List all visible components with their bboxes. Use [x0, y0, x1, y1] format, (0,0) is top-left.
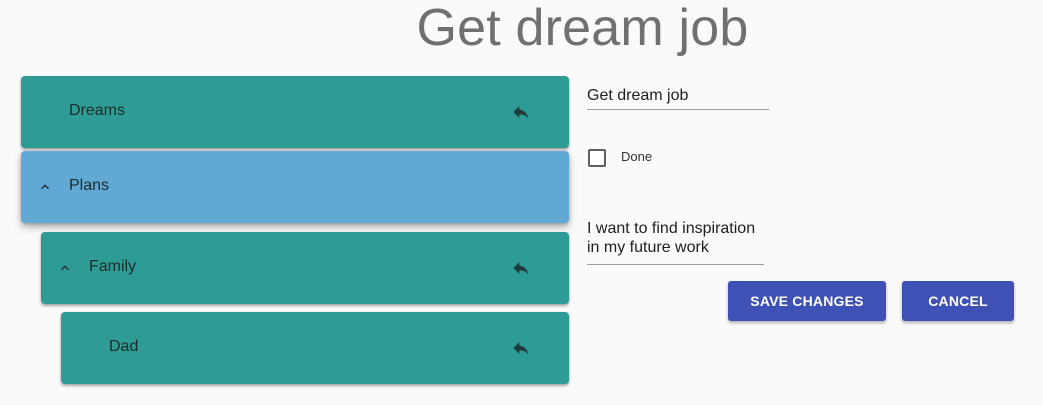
cancel-button[interactable]: CANCEL: [902, 281, 1014, 321]
reply-icon[interactable]: [511, 258, 531, 278]
done-label: Done: [621, 149, 653, 164]
reply-icon[interactable]: [511, 102, 531, 122]
page: Get dream job Dreams Plans Family Dad Ge…: [0, 0, 1043, 405]
tree-item-family[interactable]: Family: [41, 232, 569, 304]
tree-item-label: Dad: [109, 338, 139, 355]
tree-item-plans[interactable]: Plans: [21, 151, 569, 223]
save-changes-button[interactable]: SAVE CHANGES: [728, 281, 886, 321]
chevron-up-icon[interactable]: [57, 260, 73, 276]
done-checkbox[interactable]: [588, 149, 606, 167]
tree-item-dad[interactable]: Dad: [61, 312, 569, 384]
reply-icon[interactable]: [511, 338, 531, 358]
chevron-up-icon[interactable]: [37, 179, 53, 195]
description-textarea[interactable]: I want to find inspiration in my future …: [587, 218, 764, 265]
page-title: Get dream job: [416, 0, 749, 57]
tree-item-label: Dreams: [69, 102, 126, 119]
title-input[interactable]: [587, 82, 769, 110]
tree-item-label: Plans: [69, 177, 110, 194]
tree-item-label: Family: [89, 258, 137, 275]
tree-item-dreams[interactable]: Dreams: [21, 76, 569, 148]
